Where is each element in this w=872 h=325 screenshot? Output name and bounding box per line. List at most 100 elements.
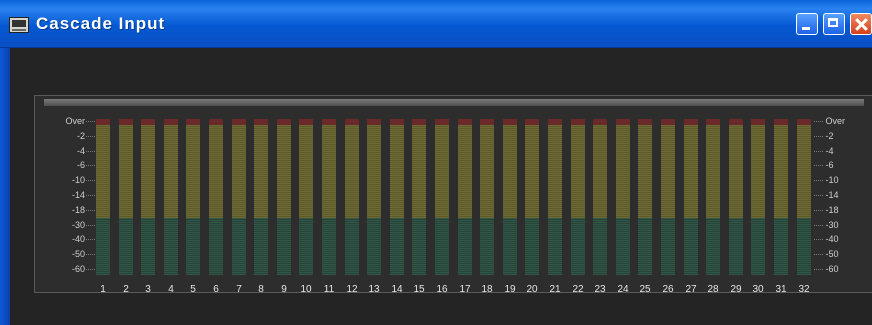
meter-low-segment (548, 218, 562, 275)
channel-label: 16 (436, 284, 448, 295)
window-client-area: Over····· -2····· -4····· -6····· -10····· -1… (10, 48, 872, 325)
left-scale-label: -30····· (71, 219, 96, 230)
window-frame (0, 48, 10, 325)
right-scale-label: ····· -30 (813, 219, 839, 230)
channel-label: 19 (504, 284, 516, 295)
meter-high-segment (480, 125, 494, 218)
channel-label: 28 (707, 284, 719, 295)
meter-high-segment (390, 125, 404, 218)
channel-meter-10 (299, 119, 313, 275)
meter-low-segment (593, 218, 607, 275)
meter-panel-header-bar (44, 99, 864, 106)
channel-label: 26 (662, 284, 674, 295)
channel-meter-19 (503, 119, 517, 275)
meter-low-segment (684, 218, 698, 275)
channel-meter-22 (571, 119, 585, 275)
channel-meter-13 (367, 119, 381, 275)
app-icon[interactable] (9, 17, 29, 33)
close-button[interactable] (850, 13, 872, 35)
left-scale-label: -40····· (71, 234, 96, 245)
level-meter-panel: Over····· -2····· -4····· -6····· -10····· -1… (34, 95, 872, 295)
meter-low-segment (390, 218, 404, 275)
right-scale-label: ····· -4 (813, 145, 834, 156)
meter-high-segment (164, 125, 178, 218)
channel-label: 18 (481, 284, 493, 295)
meter-high-segment (345, 125, 359, 218)
title-bar[interactable]: Cascade Input (0, 0, 872, 48)
meter-low-segment (277, 218, 291, 275)
meter-low-segment (186, 218, 200, 275)
meter-high-segment (706, 125, 720, 218)
meter-high-segment (774, 125, 788, 218)
channel-meter-26 (661, 119, 675, 275)
channel-meter-1 (96, 119, 110, 275)
left-scale-label: Over····· (65, 116, 96, 126)
channel-label: 5 (190, 284, 196, 295)
meter-high-segment (797, 125, 811, 218)
channel-label: 29 (730, 284, 742, 295)
channel-label: 9 (281, 284, 287, 295)
meter-high-segment (322, 125, 336, 218)
channel-meter-5 (186, 119, 200, 275)
right-scale-label: ····· -60 (813, 264, 839, 274)
channel-label: 12 (346, 284, 358, 295)
meter-high-segment (254, 125, 268, 218)
meter-high-segment (638, 125, 652, 218)
channel-label: 11 (323, 284, 335, 295)
meter-low-segment (141, 218, 155, 275)
meter-high-segment (232, 125, 246, 218)
channel-label: 32 (798, 284, 810, 295)
channel-label: 4 (168, 284, 174, 295)
meter-high-segment (593, 125, 607, 218)
right-scale-label: ····· -14 (813, 190, 839, 200)
channel-label: 2 (123, 284, 129, 295)
channel-label: 23 (594, 284, 606, 295)
meter-high-segment (412, 125, 426, 218)
minimize-button[interactable] (796, 13, 818, 35)
channel-label: 6 (213, 284, 219, 295)
channel-meter-8 (254, 119, 268, 275)
meter-low-segment (571, 218, 585, 275)
channel-label: 8 (258, 284, 264, 295)
channel-meter-15 (412, 119, 426, 275)
meter-high-segment (548, 125, 562, 218)
right-scale-label: ····· -6 (813, 160, 834, 171)
meter-low-segment (209, 218, 223, 275)
meter-high-segment (458, 125, 472, 218)
channel-meter-12 (345, 119, 359, 275)
meter-high-segment (684, 125, 698, 218)
channel-label: 30 (752, 284, 764, 295)
meter-low-segment (751, 218, 765, 275)
meter-high-segment (503, 125, 517, 218)
meter-high-segment (96, 125, 110, 218)
meter-low-segment (96, 218, 110, 275)
meter-low-segment (232, 218, 246, 275)
channel-label: 3 (145, 284, 151, 295)
channel-label: 31 (775, 284, 787, 295)
channel-meter-9 (277, 119, 291, 275)
channel-meter-6 (209, 119, 223, 275)
meter-low-segment (412, 218, 426, 275)
meter-low-segment (367, 218, 381, 275)
channel-meter-29 (729, 119, 743, 275)
channel-meter-32 (797, 119, 811, 275)
channel-label: 7 (236, 284, 242, 295)
meter-low-segment (706, 218, 720, 275)
meter-high-segment (299, 125, 313, 218)
meter-low-segment (729, 218, 743, 275)
channel-meter-11 (322, 119, 336, 275)
left-scale-label: -60····· (71, 264, 96, 274)
meter-low-segment (458, 218, 472, 275)
meter-low-segment (345, 218, 359, 275)
meter-low-segment (322, 218, 336, 275)
channel-meter-31 (774, 119, 788, 275)
left-scale-label: -6····· (76, 160, 96, 171)
right-scale-label: ····· -18 (813, 204, 839, 215)
channel-label: 22 (572, 284, 584, 295)
meter-high-segment (141, 125, 155, 218)
channel-label: 14 (391, 284, 403, 295)
meter-high-segment (729, 125, 743, 218)
meter-high-segment (209, 125, 223, 218)
meter-low-segment (254, 218, 268, 275)
maximize-button[interactable] (823, 13, 845, 35)
